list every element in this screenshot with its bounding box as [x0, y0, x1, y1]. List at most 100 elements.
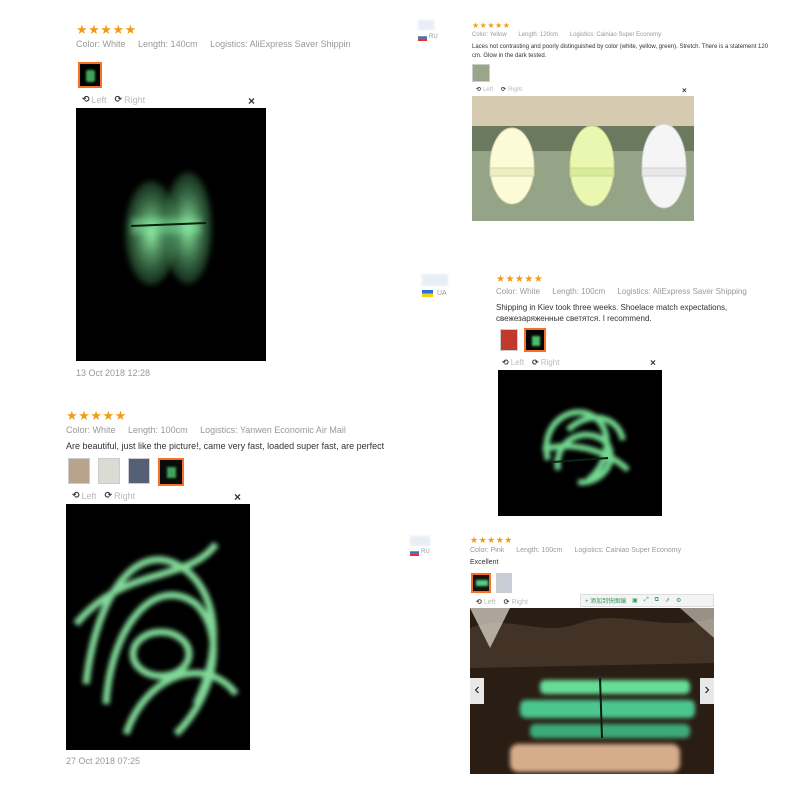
length-label: Length: 100cm: [552, 287, 606, 296]
rotate-left-icon[interactable]: ⟲: [82, 94, 90, 105]
review-thumbnail[interactable]: [496, 573, 512, 593]
avatar: [422, 274, 448, 286]
length-label: Length: 140cm: [138, 39, 198, 49]
flag-ru-icon: [418, 34, 427, 41]
review-photo[interactable]: [472, 96, 694, 221]
review-meta: Color: White Length: 100cm Logistics: Ya…: [66, 425, 356, 435]
rotate-right-icon[interactable]: ⟳: [105, 490, 113, 501]
rotate-right-icon[interactable]: ⟳: [501, 86, 506, 93]
rotate-toolbar: ⟲ Left ⟳ Right: [476, 86, 530, 94]
rating-stars: ★★★★★: [66, 408, 127, 423]
rotate-left-label[interactable]: Left: [511, 358, 524, 367]
laces-city-photo: [472, 96, 694, 221]
review-thumbnail[interactable]: [471, 573, 491, 593]
logistics-label: Logistics: Yanwen Economic Air Mail: [200, 425, 346, 435]
review-card-1: ★★★★★ Color: White Length: 140cm Logisti…: [70, 14, 350, 384]
rating-stars: ★★★★★: [76, 22, 137, 37]
chevron-left-icon: ‹: [474, 681, 480, 698]
prev-image-button[interactable]: ‹: [470, 678, 484, 704]
rotate-left-label[interactable]: Left: [484, 599, 496, 606]
logistics-label: Logistics: AliExpress Saver Shipping: [617, 287, 747, 296]
review-comment: Shipping in Kiev took three weeks. Shoel…: [496, 303, 728, 323]
review-meta: Color: Yellow Length: 120cm Logistics: C…: [472, 32, 671, 38]
review-thumbnail[interactable]: [68, 458, 90, 484]
review-card-3: RU ★★★★★ Color: Yellow Length: 120cm Log…: [414, 14, 774, 258]
glowing-laces-photo: [541, 409, 631, 486]
country-code: RU: [421, 549, 430, 555]
review-date: 27 Oct 2018 07:25: [66, 756, 141, 766]
avatar: [410, 536, 430, 546]
color-label: Color: White: [66, 425, 116, 435]
rotate-right-icon[interactable]: ⟳: [532, 358, 539, 367]
review-card-5: RU ★★★★★ Color: Pink Length: 100cm Logis…: [404, 528, 774, 782]
rotate-left-icon[interactable]: ⟲: [476, 598, 482, 606]
review-comment: Excellent: [470, 559, 499, 566]
review-photo[interactable]: ‹ ›: [470, 608, 714, 774]
rating-stars: ★★★★★: [496, 274, 544, 285]
rotate-right-label[interactable]: Right: [124, 95, 145, 105]
rotate-right-icon[interactable]: ⟳: [504, 598, 510, 606]
review-thumbnail[interactable]: [524, 328, 546, 352]
rotate-right-label[interactable]: Right: [511, 599, 527, 606]
chevron-right-icon: ›: [704, 681, 710, 698]
review-thumbnail[interactable]: [78, 62, 102, 88]
review-photo[interactable]: [76, 108, 266, 361]
review-thumbnail[interactable]: [472, 64, 490, 82]
rating-stars: ★★★★★: [472, 21, 511, 30]
close-icon[interactable]: ×: [248, 94, 255, 108]
expand-icon[interactable]: ⤢: [644, 597, 649, 604]
rotate-right-icon[interactable]: ⟳: [115, 94, 123, 105]
avatar: [418, 20, 434, 30]
review-meta: Color: White Length: 100cm Logistics: Al…: [496, 287, 757, 296]
review-photo[interactable]: [66, 504, 250, 750]
add-to-collection-button[interactable]: + 添加到快图编: [585, 596, 626, 605]
rotate-left-label[interactable]: Left: [92, 95, 107, 105]
rotate-toolbar: ⟲ Left ⟳ Right: [82, 94, 153, 105]
rotate-left-label[interactable]: Left: [483, 87, 493, 93]
flag-ua-icon: [422, 290, 433, 297]
review-thumbnail[interactable]: [98, 458, 120, 484]
country-code: RU: [429, 34, 438, 40]
rotate-toolbar: ⟲ Left ⟳ Right: [502, 358, 567, 367]
close-icon[interactable]: ×: [234, 490, 241, 504]
length-label: Length: 120cm: [518, 32, 559, 38]
rating-stars: ★★★★★: [470, 535, 513, 545]
image-toolbar: + 添加到快图编 ▣ ⤢ ⧉ ⇗ ⚙: [580, 594, 714, 607]
rotate-left-icon[interactable]: ⟲: [502, 358, 509, 367]
review-comment: Laces not contrasting and poorly disting…: [472, 44, 769, 59]
rotate-left-label[interactable]: Left: [82, 491, 97, 501]
close-icon[interactable]: ×: [682, 86, 687, 95]
save-icon[interactable]: ▣: [632, 597, 638, 604]
settings-icon[interactable]: ⚙: [676, 597, 681, 604]
copy-icon[interactable]: ⧉: [655, 597, 659, 604]
logistics-label: Logistics: Cainiao Super Economy: [574, 547, 682, 554]
review-meta: Color: Pink Length: 100cm Logistics: Cai…: [470, 547, 691, 554]
review-comment: Are beautiful, just like the picture!, c…: [66, 441, 385, 451]
next-image-button[interactable]: ›: [700, 678, 714, 704]
country-code: UA: [437, 290, 447, 297]
glowing-laces-photo: [73, 541, 239, 737]
share-icon[interactable]: ⇗: [665, 597, 670, 604]
review-date: 13 Oct 2018 12:28: [76, 368, 151, 378]
review-meta: Color: White Length: 140cm Logistics: Al…: [76, 39, 350, 49]
rotate-right-label[interactable]: Right: [114, 491, 135, 501]
logistics-label: Logistics: Cainiao Super Economy: [569, 32, 662, 38]
logistics-label: Logistics: AliExpress Saver Shipping: [210, 39, 350, 49]
review-thumbnail[interactable]: [128, 458, 150, 484]
length-label: Length: 100cm: [516, 547, 563, 554]
close-icon[interactable]: ×: [650, 358, 656, 369]
review-thumbnail[interactable]: [158, 458, 184, 486]
review-card-4: UA ★★★★★ Color: White Length: 100cm Logi…: [414, 266, 774, 518]
review-thumbnail[interactable]: [500, 329, 518, 351]
glowing-laces-on-carpet-photo: [470, 608, 714, 774]
color-label: Color: Yellow: [472, 32, 507, 38]
rotate-right-label[interactable]: Right: [541, 358, 560, 367]
review-photo[interactable]: [498, 370, 662, 516]
rotate-toolbar: ⟲ Left ⟳ Right: [476, 598, 536, 607]
color-label: Color: White: [76, 39, 126, 49]
rotate-left-icon[interactable]: ⟲: [72, 490, 80, 501]
rotate-toolbar: ⟲ Left ⟳ Right: [72, 490, 143, 501]
rotate-right-label[interactable]: Right: [508, 87, 522, 93]
rotate-left-icon[interactable]: ⟲: [476, 86, 481, 93]
review-card-2: ★★★★★ Color: White Length: 100cm Logisti…: [60, 402, 400, 782]
